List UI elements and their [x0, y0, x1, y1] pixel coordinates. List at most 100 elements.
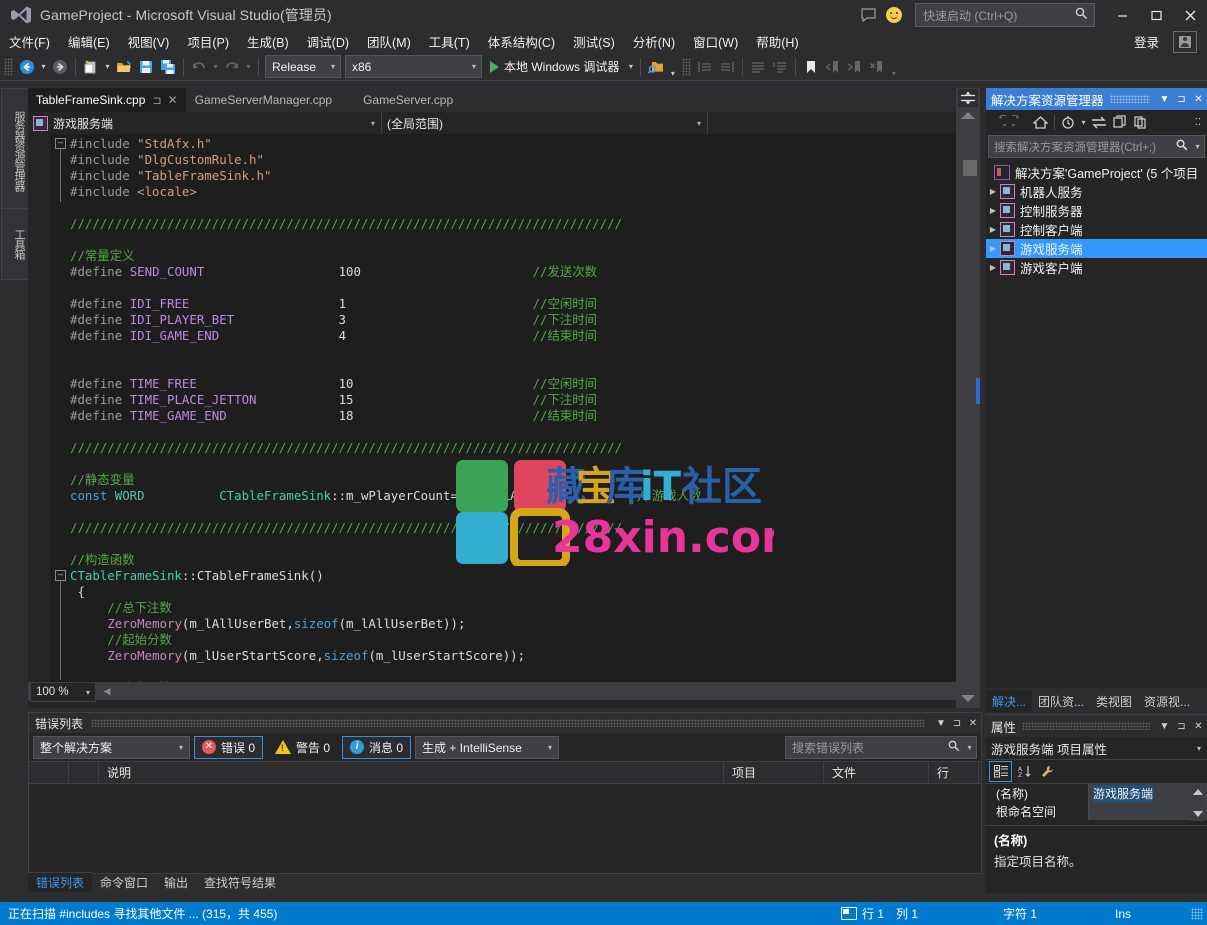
outlining-margin[interactable]: – – — [50, 134, 70, 682]
editor-zoom-combo[interactable]: 100 % ▾ — [30, 682, 96, 702]
properties-object-combo[interactable]: 游戏服务端 项目属性 ▾ — [986, 737, 1207, 760]
menu-item-edit[interactable]: 编辑(E) — [59, 29, 119, 54]
editor-horizontal-scrollbar[interactable]: 100 % ▾ ◀ ▶ — [28, 682, 980, 702]
categorized-icon[interactable] — [989, 761, 1012, 782]
new-item-icon[interactable] — [80, 56, 102, 78]
navigate-forward-icon[interactable] — [49, 56, 71, 78]
panel-dropdown-icon[interactable]: ▼ — [1156, 89, 1173, 109]
tree-item-game-server[interactable]: ▶ 游戏服务端 — [986, 239, 1207, 258]
tree-item-solution[interactable]: 解决方案'GameProject' (5 个项目 — [986, 163, 1207, 182]
tab-tableframesink-cpp[interactable]: TableFrameSink.cpp ⊐ ✕ — [28, 88, 187, 112]
fold-toggle-includes[interactable]: – — [55, 138, 66, 149]
dock-tab-resource-view[interactable]: 资源视... — [1138, 690, 1196, 712]
quick-launch-input[interactable]: 快速启动 (Ctrl+Q) — [915, 3, 1095, 27]
navbar-scope-combo[interactable]: (全局范围) ▾ — [382, 112, 708, 134]
editor-vertical-scrollbar[interactable] — [956, 88, 980, 708]
open-folder-icon[interactable] — [113, 56, 135, 78]
scroll-down-icon[interactable] — [961, 695, 975, 702]
properties-scrollbar[interactable] — [1190, 785, 1205, 821]
dock-tab-solution-explorer[interactable]: 解决... — [986, 690, 1033, 712]
expander-icon[interactable]: ▶ — [986, 187, 1000, 196]
fold-toggle-constructor[interactable]: – — [55, 570, 66, 581]
code-text[interactable]: #include "StdAfx.h" #include "DlgCustomRu… — [70, 136, 701, 682]
back-icon[interactable] — [988, 112, 1009, 133]
properties-grid[interactable]: (名称) 游戏服务端 根命名空间 — [986, 784, 1207, 820]
error-list-rows[interactable] — [29, 784, 981, 870]
show-all-files-icon[interactable] — [1109, 112, 1130, 133]
solution-configuration-combo[interactable]: Release ▾ — [265, 55, 341, 78]
pending-changes-icon[interactable] — [1058, 112, 1079, 133]
outdent-icon[interactable] — [694, 56, 716, 78]
panel-pin-icon[interactable]: ⊐ — [1173, 716, 1190, 736]
minimize-button[interactable] — [1105, 1, 1139, 29]
column-file[interactable]: 文件 — [824, 762, 929, 783]
scroll-up-icon[interactable] — [961, 112, 975, 119]
forward-icon[interactable] — [1009, 112, 1030, 133]
previous-bookmark-icon[interactable] — [822, 56, 844, 78]
tree-item-game-client[interactable]: ▶ 游戏客户端 — [986, 258, 1207, 277]
tab-gameserver-cpp[interactable]: GameServer.cpp — [341, 88, 463, 112]
tab-gameservermanager-cpp[interactable]: GameServerManager.cpp — [186, 88, 342, 112]
toolbar-grip[interactable] — [4, 57, 13, 76]
close-icon[interactable]: ✕ — [168, 93, 178, 107]
expander-icon[interactable]: ▶ — [986, 206, 1000, 215]
overflow-icon[interactable]: ⁚⁚ — [1195, 117, 1205, 128]
bottom-tab-output[interactable]: 输出 — [156, 872, 196, 892]
chevron-down-icon[interactable]: ▾ — [963, 743, 976, 752]
clear-bookmarks-icon[interactable] — [866, 56, 888, 78]
redo-dropdown[interactable]: ▾ — [243, 56, 254, 78]
bottom-tab-find-symbol-results[interactable]: 查找符号结果 — [196, 872, 284, 892]
scroll-track[interactable] — [958, 124, 978, 684]
menu-item-build[interactable]: 生成(B) — [238, 29, 298, 54]
menu-item-help[interactable]: 帮助(H) — [747, 29, 807, 54]
panel-dropdown-icon[interactable]: ▼ — [1156, 716, 1173, 736]
find-in-files-icon[interactable] — [645, 56, 667, 78]
scroll-up-icon[interactable] — [1193, 789, 1203, 795]
error-source-combo[interactable]: 生成 + IntelliSense ▾ — [415, 735, 560, 759]
menu-item-project[interactable]: 项目(P) — [178, 29, 238, 54]
sidebar-item-server-explorer[interactable]: 服务器资源管理器 — [1, 88, 31, 214]
panel-pin-icon[interactable]: ⊐ — [1173, 89, 1190, 109]
save-icon[interactable] — [135, 56, 157, 78]
scroll-down-icon[interactable] — [1193, 811, 1203, 817]
pending-changes-dropdown[interactable]: ▾ — [1079, 112, 1088, 133]
resize-grip[interactable] — [1191, 907, 1203, 920]
alphabetical-icon[interactable]: AZ — [1014, 762, 1035, 781]
debug-target-dropdown[interactable]: ▾ — [625, 56, 636, 78]
sync-with-active-document-icon[interactable] — [1088, 112, 1109, 133]
menu-item-team[interactable]: 团队(M) — [358, 29, 420, 54]
panel-dropdown-icon[interactable]: ▼ — [933, 714, 949, 732]
panel-pin-icon[interactable]: ⊐ — [949, 714, 965, 732]
solution-explorer-search-input[interactable]: 搜索解决方案资源管理器(Ctrl+;) ▾ — [988, 135, 1205, 158]
indicator-margin[interactable] — [28, 134, 50, 682]
menu-item-debug[interactable]: 调试(D) — [298, 29, 358, 54]
code-editor[interactable]: – – #include "StdAfx.h" #include "DlgCust… — [28, 134, 980, 682]
menu-item-analyze[interactable]: 分析(N) — [624, 29, 684, 54]
indent-icon[interactable] — [716, 56, 738, 78]
bookmark-icon[interactable] — [800, 56, 822, 78]
start-debugging-button[interactable]: 本地 Windows 调试器 — [484, 56, 625, 78]
close-button[interactable] — [1173, 1, 1207, 29]
filter-messages-button[interactable]: i 消息 0 — [342, 735, 412, 759]
solution-tree[interactable]: 解决方案'GameProject' (5 个项目 ▶ 机器人服务 ▶ 控制服务器… — [986, 159, 1207, 277]
menu-item-architecture[interactable]: 体系结构(C) — [479, 29, 564, 54]
menu-item-tools[interactable]: 工具(T) — [420, 29, 479, 54]
filter-warnings-button[interactable]: 警告 0 — [267, 736, 338, 759]
filter-errors-button[interactable]: ✕ 错误 0 — [194, 735, 264, 759]
find-dropdown[interactable]: ▾ — [667, 56, 678, 78]
error-scope-combo[interactable]: 整个解决方案 ▾ — [33, 735, 190, 759]
dock-tab-class-view[interactable]: 类视图 — [1090, 690, 1138, 712]
feedback-smiley-icon[interactable] — [881, 4, 907, 26]
expander-icon[interactable]: ▶ — [986, 244, 1000, 253]
property-pages-icon[interactable] — [1037, 762, 1058, 781]
menu-item-view[interactable]: 视图(V) — [119, 29, 179, 54]
tree-item-control-server[interactable]: ▶ 控制服务器 — [986, 201, 1207, 220]
navigate-back-dropdown[interactable]: ▾ — [38, 56, 49, 78]
scroll-left-icon[interactable]: ◀ — [100, 684, 114, 698]
redo-icon[interactable] — [221, 56, 243, 78]
panel-drag-dots[interactable] — [1022, 722, 1150, 730]
split-view-handle[interactable] — [958, 89, 978, 107]
expander-icon[interactable]: ▶ — [986, 225, 1000, 234]
column-line[interactable]: 行 — [929, 762, 979, 783]
menu-item-test[interactable]: 测试(S) — [564, 29, 624, 54]
